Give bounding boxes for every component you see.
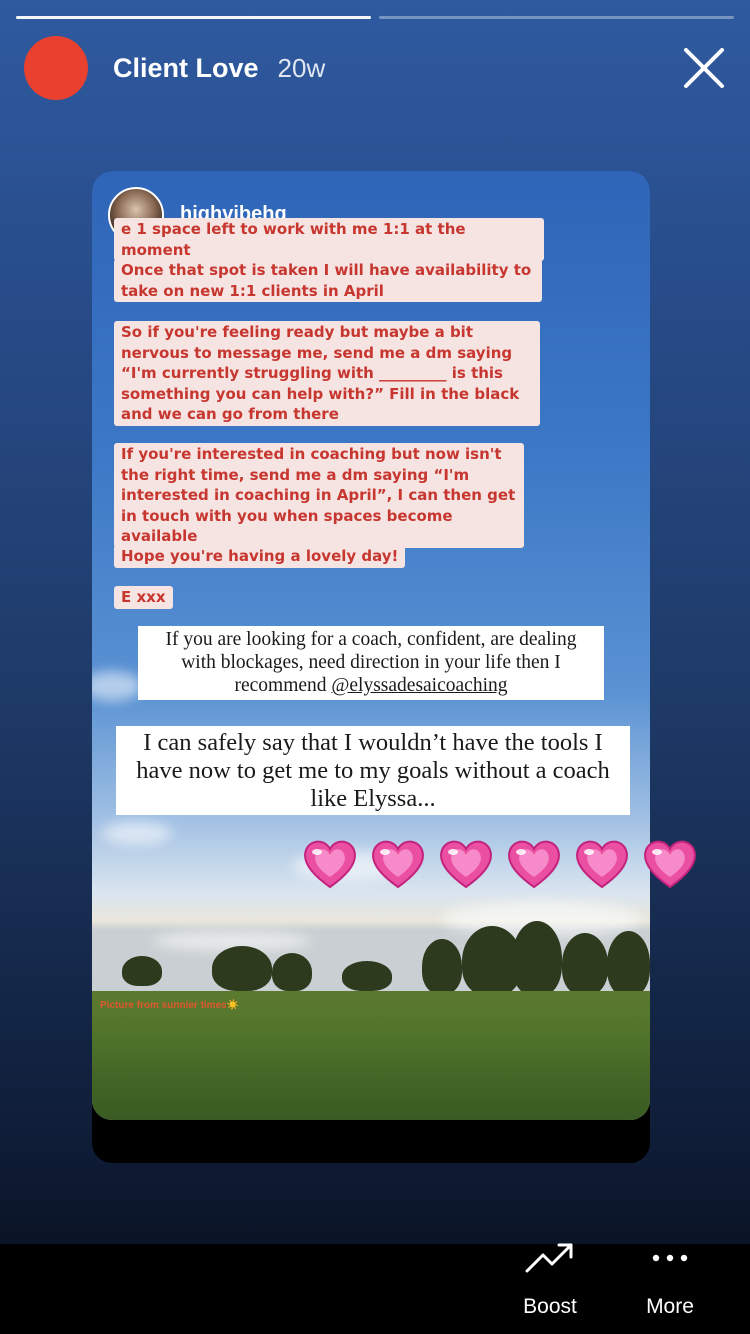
account-name[interactable]: Client Love (113, 53, 259, 84)
cloud-decoration (92, 671, 142, 701)
close-icon (684, 48, 724, 88)
more-label: More (646, 1295, 694, 1318)
heart-icon (304, 840, 356, 889)
hearts-row (300, 833, 700, 893)
story-progress-bar (16, 16, 734, 20)
story-photo: highvibehq e 1 space left to work with m… (92, 171, 650, 1120)
heart-icon (576, 840, 628, 889)
more-button[interactable]: More (630, 1238, 710, 1319)
heart-icon (644, 840, 696, 889)
heart-icon (440, 840, 492, 889)
heart-icon (372, 840, 424, 889)
message-sticker: Once that spot is taken I will have avai… (114, 259, 542, 302)
mention-link[interactable]: @elyssadesaicoaching (331, 675, 507, 696)
shared-story-card[interactable]: highvibehq e 1 space left to work with m… (92, 171, 650, 1163)
avatar[interactable] (24, 36, 88, 100)
close-button[interactable] (682, 46, 726, 90)
boost-button[interactable]: Boost (506, 1238, 594, 1319)
message-sticker: If you're interested in coaching but now… (114, 443, 524, 548)
progress-segment-complete (16, 16, 371, 19)
story-header: Client Love 20w (24, 36, 726, 100)
cloud-decoration (102, 821, 172, 845)
trending-up-icon (525, 1238, 575, 1278)
heart-icon (508, 840, 560, 889)
message-sticker: E xxx (114, 586, 173, 609)
boost-label: Boost (523, 1295, 577, 1318)
message-sticker: So if you're feeling ready but maybe a b… (114, 321, 540, 426)
photo-caption: Picture from sunnier times☀️ (100, 1000, 240, 1011)
post-age: 20w (277, 52, 326, 83)
more-dots-icon (652, 1238, 688, 1278)
testimonial-quote-box: I can safely say that I wouldn’t have th… (116, 726, 630, 815)
message-sticker: e 1 space left to work with me 1:1 at th… (114, 218, 544, 261)
testimonial-text: I can safely say that I wouldn’t have th… (136, 729, 610, 812)
progress-segment-pending (379, 16, 734, 19)
testimonial-quote-box: If you are looking for a coach, confiden… (138, 626, 604, 700)
message-sticker: Hope you're having a lovely day! (114, 545, 406, 568)
